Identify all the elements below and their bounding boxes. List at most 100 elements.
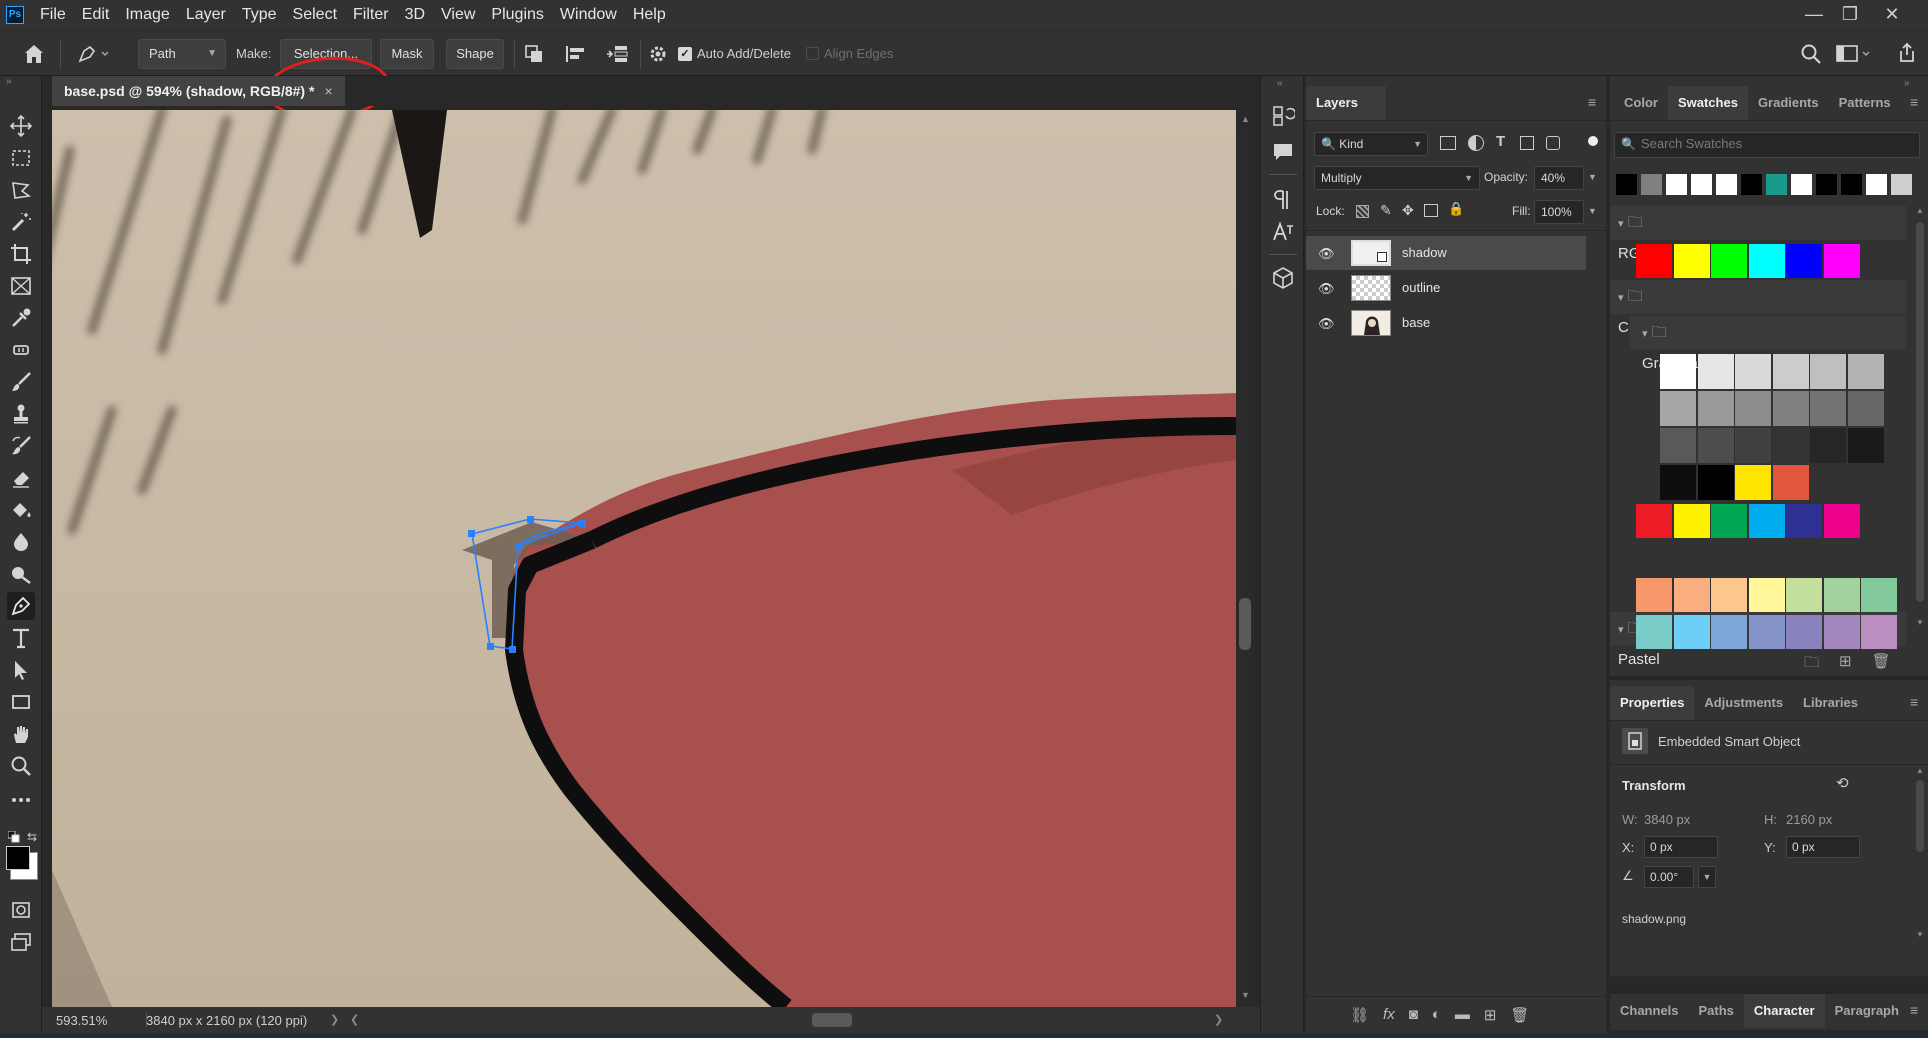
color-swatch[interactable] — [1666, 174, 1687, 195]
home-icon[interactable] — [22, 42, 46, 66]
menu-3d[interactable]: 3D — [397, 0, 433, 30]
color-swatch[interactable] — [1673, 615, 1710, 649]
menu-help[interactable]: Help — [625, 0, 674, 30]
menu-view[interactable]: View — [433, 0, 483, 30]
foreground-color-swatch[interactable] — [6, 846, 30, 870]
lasso-tool-icon[interactable] — [9, 178, 33, 202]
scrollbar-thumb[interactable] — [1239, 598, 1251, 650]
menu-type[interactable]: Type — [234, 0, 285, 30]
tab-swatches[interactable]: Swatches — [1667, 86, 1748, 120]
clone-stamp-tool-icon[interactable] — [9, 402, 33, 426]
lock-transparent-icon[interactable] — [1356, 205, 1369, 218]
color-swatch[interactable] — [1741, 174, 1762, 195]
brush-tool-icon[interactable] — [9, 370, 33, 394]
color-swatch[interactable] — [1735, 465, 1771, 500]
color-swatch[interactable] — [1735, 428, 1771, 463]
color-swatch[interactable] — [1786, 578, 1822, 612]
type-tool-icon[interactable] — [9, 626, 33, 650]
color-swatch[interactable] — [1691, 174, 1712, 195]
color-swatch[interactable] — [1716, 174, 1737, 195]
color-swatch[interactable] — [1823, 504, 1860, 538]
filter-smart-object-icon[interactable] — [1546, 136, 1560, 150]
menu-edit[interactable]: Edit — [74, 0, 118, 30]
tab-patterns[interactable]: Patterns — [1829, 86, 1901, 120]
color-swatch[interactable] — [1841, 174, 1862, 195]
marquee-tool-icon[interactable] — [9, 146, 33, 170]
eye-icon[interactable]: 👁 — [1318, 281, 1335, 297]
tab-libraries[interactable]: Libraries — [1793, 686, 1868, 720]
scrollbar-thumb[interactable] — [1916, 222, 1924, 602]
layer-row-base[interactable]: 👁 base — [1306, 306, 1586, 340]
restore-icon[interactable]: ❐ — [1830, 0, 1870, 30]
status-menu-arrow[interactable]: ❯ — [330, 1013, 339, 1026]
color-swatch[interactable] — [1772, 391, 1809, 426]
close-tab-icon[interactable]: × — [324, 83, 332, 99]
add-mask-icon[interactable]: ◙ — [1409, 1006, 1418, 1024]
color-swatch[interactable] — [1636, 578, 1672, 612]
tab-character[interactable]: Character — [1743, 994, 1825, 1028]
anchor-point[interactable] — [487, 643, 494, 650]
quick-mask-icon[interactable] — [9, 898, 33, 922]
blur-tool-icon[interactable] — [9, 530, 33, 554]
new-group-icon[interactable]: ▬ — [1455, 1006, 1470, 1024]
minimize-icon[interactable]: — — [1794, 0, 1834, 30]
color-swatch[interactable] — [1823, 578, 1860, 612]
auto-add-delete-checkbox[interactable]: ✓ — [678, 47, 692, 61]
color-swatch[interactable] — [1866, 174, 1887, 195]
opacity-chevron-icon[interactable]: ▼ — [1588, 172, 1597, 182]
color-swatch[interactable] — [1810, 428, 1846, 463]
color-swatch[interactable] — [1748, 615, 1785, 649]
color-swatch[interactable] — [1810, 354, 1846, 389]
filter-type-icon[interactable]: T — [1496, 133, 1505, 150]
anchor-point[interactable] — [579, 520, 586, 527]
3d-panel-icon[interactable] — [1271, 266, 1295, 290]
dodge-tool-icon[interactable] — [9, 562, 33, 586]
document-info[interactable]: 3840 px x 2160 px (120 ppi) — [146, 1013, 307, 1028]
new-swatch-icon[interactable]: ⊞ — [1839, 652, 1852, 677]
swatches-scrollbar[interactable]: ▲ ▼ — [1914, 206, 1926, 636]
workspace-icon[interactable] — [1836, 44, 1872, 64]
color-swatch[interactable] — [1711, 504, 1747, 538]
color-swatch[interactable] — [1641, 174, 1662, 195]
anchor-point[interactable] — [515, 543, 522, 550]
document-canvas[interactable] — [52, 110, 1236, 1007]
document-tab[interactable]: base.psd @ 594% (shadow, RGB/8#) * × — [52, 76, 345, 106]
layer-row-outline[interactable]: 👁 outline — [1306, 271, 1586, 305]
color-swatch[interactable] — [1748, 504, 1785, 538]
x-input[interactable]: 0 px — [1644, 836, 1718, 858]
color-swatch[interactable] — [1711, 578, 1747, 612]
pen-tool-icon[interactable] — [7, 592, 35, 620]
color-swatch[interactable] — [1786, 244, 1822, 278]
screen-mode-icon[interactable] — [9, 930, 33, 954]
adjustment-layer-icon[interactable]: ◐ — [1432, 1006, 1441, 1024]
tab-adjustments[interactable]: Adjustments — [1694, 686, 1793, 720]
lock-image-icon[interactable]: ✎ — [1380, 202, 1392, 219]
menu-window[interactable]: Window — [552, 0, 625, 30]
delete-layer-icon[interactable]: 🗑 — [1510, 1006, 1529, 1024]
mode-select[interactable]: Path ▼ — [138, 39, 226, 69]
link-layers-icon[interactable]: ⛓ — [1350, 1006, 1369, 1024]
gear-icon[interactable] — [648, 44, 668, 64]
group-grayscale[interactable]: ▾ 🗀 Grayscale — [1642, 318, 1710, 372]
color-swatch[interactable] — [1861, 578, 1897, 612]
filter-toggle-icon[interactable] — [1588, 136, 1598, 146]
scroll-up-icon[interactable]: ▲ — [1241, 114, 1250, 124]
share-icon[interactable] — [1896, 42, 1918, 64]
panel-menu-icon[interactable]: ≡ — [1588, 94, 1596, 110]
layer-filter-select[interactable]: 🔍 Kind ▼ — [1314, 132, 1428, 156]
color-swatch[interactable] — [1697, 465, 1734, 500]
scroll-up-icon[interactable]: ▲ — [1916, 206, 1924, 215]
expand-dock-icon[interactable]: « — [1277, 78, 1283, 89]
color-swatch[interactable] — [1847, 391, 1884, 426]
color-swatch[interactable] — [1697, 391, 1734, 426]
lock-all-icon[interactable]: 🔒 — [1448, 201, 1464, 217]
reset-transform-icon[interactable]: ⟲ — [1836, 774, 1849, 792]
scroll-left-icon[interactable]: ❮ — [350, 1013, 359, 1026]
menu-image[interactable]: Image — [117, 0, 177, 30]
eye-icon[interactable]: 👁 — [1318, 316, 1335, 332]
opacity-input[interactable]: 40% — [1534, 166, 1584, 190]
color-swatch[interactable] — [1735, 354, 1771, 389]
fill-input[interactable]: 100% — [1534, 200, 1584, 224]
swatch-search-input[interactable]: 🔍 Search Swatches — [1614, 132, 1920, 158]
filter-pixel-icon[interactable] — [1440, 136, 1456, 150]
